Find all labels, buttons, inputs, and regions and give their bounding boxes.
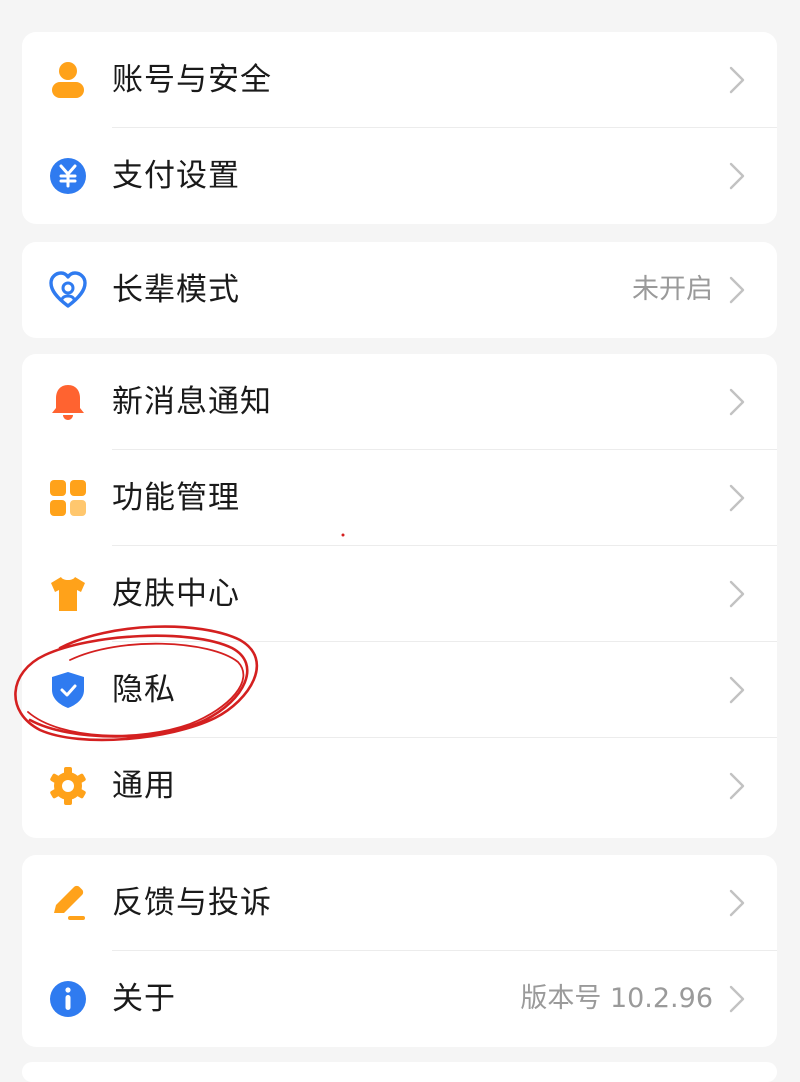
elder-mode-status: 未开启	[632, 274, 713, 305]
yuan-icon	[48, 156, 88, 196]
settings-row-general[interactable]: 通用	[22, 738, 777, 834]
settings-row-feature-management[interactable]: 功能管理	[22, 450, 777, 546]
settings-row-feedback[interactable]: 反馈与投诉	[22, 855, 777, 951]
heart-icon	[48, 270, 88, 310]
shield-icon	[48, 670, 88, 710]
chevron-right-icon	[727, 888, 747, 918]
gear-icon	[48, 766, 88, 806]
chevron-right-icon	[727, 483, 747, 513]
bell-icon	[48, 382, 88, 422]
settings-row-about[interactable]: 关于 版本号 10.2.96	[22, 951, 777, 1047]
row-label: 反馈与投诉	[112, 885, 272, 921]
row-label: 关于	[112, 981, 176, 1017]
settings-row-payment[interactable]: 支付设置	[22, 128, 777, 224]
settings-row-skin-center[interactable]: 皮肤中心	[22, 546, 777, 642]
row-label: 通用	[112, 768, 176, 804]
person-icon	[48, 60, 88, 100]
row-label: 功能管理	[112, 480, 240, 516]
chevron-right-icon	[727, 675, 747, 705]
settings-group-elder: 长辈模式 未开启	[22, 242, 777, 338]
row-label: 皮肤中心	[112, 576, 240, 612]
pencil-icon	[48, 883, 88, 923]
settings-row-notifications[interactable]: 新消息通知	[22, 354, 777, 450]
settings-row-privacy[interactable]: 隐私	[22, 642, 777, 738]
chevron-right-icon	[727, 65, 747, 95]
chevron-right-icon	[727, 275, 747, 305]
settings-group-partial	[22, 1062, 777, 1082]
row-label: 隐私	[112, 672, 176, 708]
settings-group-support: 反馈与投诉 关于 版本号 10.2.96	[22, 855, 777, 1047]
chevron-right-icon	[727, 579, 747, 609]
grid-icon	[48, 478, 88, 518]
info-icon	[48, 979, 88, 1019]
settings-row-elder-mode[interactable]: 长辈模式 未开启	[22, 242, 777, 338]
tshirt-icon	[48, 574, 88, 614]
version-number: 版本号 10.2.96	[520, 983, 713, 1014]
settings-row-account-security[interactable]: 账号与安全	[22, 32, 777, 128]
chevron-right-icon	[727, 984, 747, 1014]
row-label: 支付设置	[112, 158, 240, 194]
settings-group-account: 账号与安全 支付设置	[22, 32, 777, 224]
row-label: 新消息通知	[112, 384, 272, 420]
chevron-right-icon	[727, 387, 747, 417]
chevron-right-icon	[727, 771, 747, 801]
settings-group-general: 新消息通知 功能管理 皮肤中心 隐私 通用	[22, 354, 777, 838]
row-label: 账号与安全	[112, 62, 272, 98]
row-label: 长辈模式	[112, 272, 240, 308]
chevron-right-icon	[727, 161, 747, 191]
